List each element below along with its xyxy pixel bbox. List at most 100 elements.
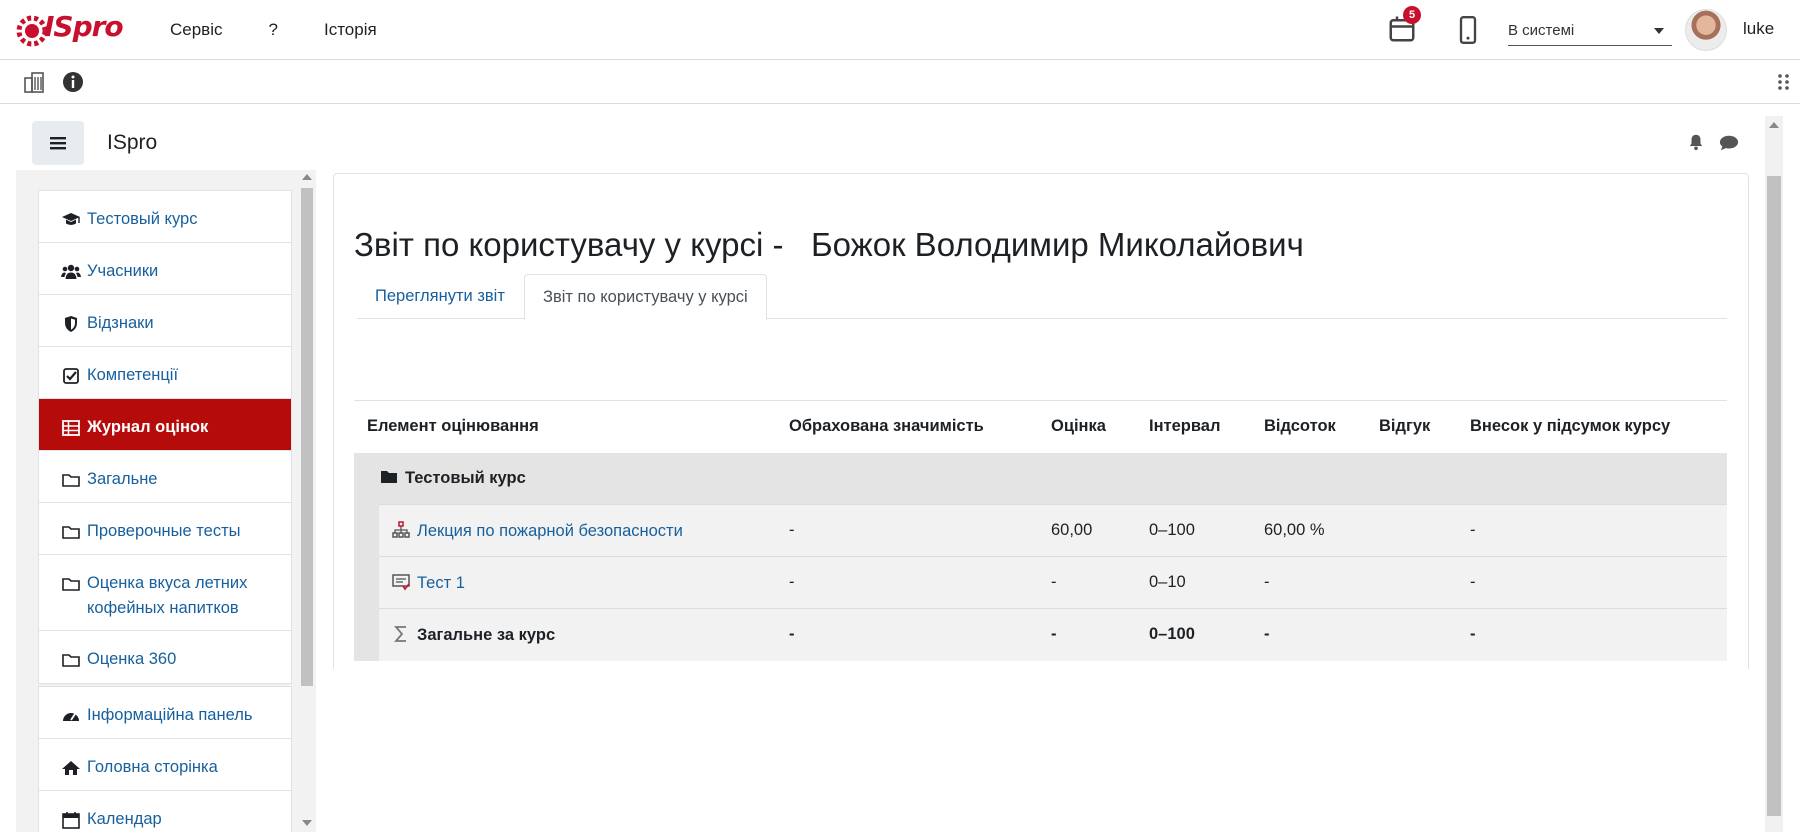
- col-header-weight: Обрахована значимість: [776, 400, 1038, 453]
- scroll-down-arrow-icon[interactable]: [302, 820, 312, 826]
- nav-item-dashboard[interactable]: Інформаційна панель: [39, 687, 291, 739]
- grade-item-cell: Тест 1: [379, 556, 776, 609]
- nav-item-label: Компетенції: [87, 366, 179, 384]
- nav-item-label: Головна сторінка: [87, 758, 218, 776]
- course-total-label: Загальне за курс: [417, 625, 556, 644]
- tab-user-report[interactable]: Звіт по користувачу у курсі: [524, 274, 767, 320]
- folder-icon: [62, 578, 80, 591]
- mobile-phone-icon[interactable]: [1458, 16, 1478, 44]
- ispro-logo[interactable]: ISpro: [14, 2, 124, 56]
- top-navbar: ISpro Сервіс ? Історія 5 В системі luke: [0, 0, 1800, 60]
- weight-cell: -: [776, 556, 1038, 609]
- contribution-cell: -: [1457, 608, 1727, 661]
- nav-item-360-evaluation[interactable]: Оценка 360: [39, 631, 291, 683]
- dashboard-icon: [63, 713, 79, 721]
- nav-item-home[interactable]: Головна сторінка: [39, 739, 291, 791]
- nav-item-label: Учасники: [87, 262, 159, 280]
- scrollbar-thumb[interactable]: [1767, 176, 1781, 816]
- category-cell: Тестовый курс: [354, 452, 1727, 505]
- nav-item-label: Оценка 360: [87, 650, 177, 668]
- lesson-icon: [392, 520, 410, 538]
- drawer-toggle-button[interactable]: [32, 121, 84, 165]
- notification-badge: 5: [1403, 6, 1421, 24]
- course-nav-group: Тестовый курс Учасники Відзнаки Компетен…: [38, 190, 292, 684]
- folder-icon: [62, 526, 80, 539]
- nav-service[interactable]: Сервіс: [170, 20, 223, 40]
- course-total-row: Загальне за курс - - 0–100 - -: [354, 608, 1727, 661]
- apps-grid-icon[interactable]: [1774, 72, 1794, 92]
- quiz-icon: [392, 573, 410, 590]
- scrollbar-thumb[interactable]: [301, 188, 313, 686]
- percentage-cell: -: [1251, 608, 1366, 661]
- nav-item-calendar[interactable]: Календар: [39, 791, 291, 832]
- table-icon: [62, 420, 80, 436]
- avatar[interactable]: [1685, 9, 1727, 51]
- range-cell: 0–10: [1136, 556, 1251, 609]
- site-name[interactable]: ISpro: [107, 131, 157, 155]
- weight-cell: -: [776, 504, 1038, 557]
- nav-item-label: Відзнаки: [87, 314, 154, 332]
- nav-item-label: Журнал оцінок: [87, 418, 209, 436]
- category-row: Тестовый курс: [354, 452, 1727, 505]
- users-icon: [61, 264, 81, 279]
- table-row: Лекция по пожарной безопасности - 60,00 …: [354, 504, 1727, 557]
- page-title: Звіт по користувачу у курсі - Божок Воло…: [354, 226, 1304, 263]
- secondary-toolbar: [0, 60, 1800, 104]
- logo-text: ISpro: [44, 10, 124, 43]
- username[interactable]: luke: [1743, 19, 1774, 39]
- hamburger-icon: [50, 137, 66, 150]
- info-icon[interactable]: [61, 70, 85, 94]
- range-cell: 0–100: [1136, 504, 1251, 557]
- shield-icon: [65, 316, 77, 332]
- nav-history[interactable]: Історія: [324, 20, 377, 40]
- main-scrollbar[interactable]: [1765, 116, 1783, 832]
- grade-item-link[interactable]: Лекция по пожарной безопасности: [417, 522, 683, 540]
- col-header-feedback: Відгук: [1366, 400, 1457, 453]
- col-header-grade: Оцінка: [1038, 400, 1136, 453]
- status-select[interactable]: В системі: [1508, 16, 1672, 46]
- primary-nav: Сервіс ? Історія: [170, 0, 423, 60]
- check-square-icon: [63, 368, 79, 384]
- scroll-up-arrow-icon[interactable]: [1769, 122, 1779, 128]
- indent-cell: [354, 504, 379, 557]
- indent-cell: [354, 556, 379, 609]
- table-header-row: Елемент оцінювання Обрахована значимість…: [354, 400, 1727, 453]
- grade-item-link[interactable]: Тест 1: [417, 574, 465, 592]
- nav-item-competencies[interactable]: Компетенції: [39, 347, 291, 399]
- grade-cell: 60,00: [1038, 504, 1136, 557]
- building-icon[interactable]: [22, 70, 46, 94]
- percentage-cell: -: [1251, 556, 1366, 609]
- scroll-up-arrow-icon[interactable]: [302, 174, 312, 180]
- sigma-icon: [394, 625, 406, 642]
- bell-icon[interactable]: [1687, 133, 1705, 151]
- feedback-cell: [1366, 608, 1457, 661]
- table-row: Тест 1 - - 0–10 - -: [354, 556, 1727, 609]
- contribution-cell: -: [1457, 504, 1727, 557]
- grade-item-cell: Загальне за курс: [379, 608, 776, 661]
- nav-item-general[interactable]: Загальне: [39, 451, 291, 503]
- grade-item-cell: Лекция по пожарной безопасности: [379, 504, 776, 557]
- nav-item-badges[interactable]: Відзнаки: [39, 295, 291, 347]
- nav-drawer: Тестовый курс Учасники Відзнаки Компетен…: [16, 170, 316, 832]
- user-grade-table: Елемент оцінювання Обрахована значимість…: [354, 400, 1727, 661]
- nav-help[interactable]: ?: [269, 20, 278, 40]
- range-cell: 0–100: [1136, 608, 1251, 661]
- nav-item-gradebook[interactable]: Журнал оцінок: [39, 399, 291, 451]
- folder-icon: [381, 471, 397, 484]
- nav-item-label: Інформаційна панель: [87, 706, 253, 724]
- col-header-contribution: Внесок у підсумок курсу: [1457, 400, 1727, 453]
- contribution-cell: -: [1457, 556, 1727, 609]
- chat-icon[interactable]: [1719, 134, 1739, 152]
- graduation-cap-icon: [62, 213, 80, 225]
- indent-cell: [354, 608, 379, 661]
- nav-item-participants[interactable]: Учасники: [39, 243, 291, 295]
- tab-overview-report[interactable]: Переглянути звіт: [357, 274, 523, 320]
- folder-icon: [62, 654, 80, 667]
- nav-item-course[interactable]: Тестовый курс: [39, 191, 291, 243]
- drawer-scrollbar[interactable]: [299, 170, 315, 832]
- nav-item-coffee-evaluation[interactable]: Оценка вкуса летних кофейных напитков: [39, 555, 291, 631]
- percentage-cell: 60,00 %: [1251, 504, 1366, 557]
- nav-item-tests[interactable]: Проверочные тесты: [39, 503, 291, 555]
- calendar-icon: [62, 812, 80, 829]
- home-icon: [62, 761, 80, 775]
